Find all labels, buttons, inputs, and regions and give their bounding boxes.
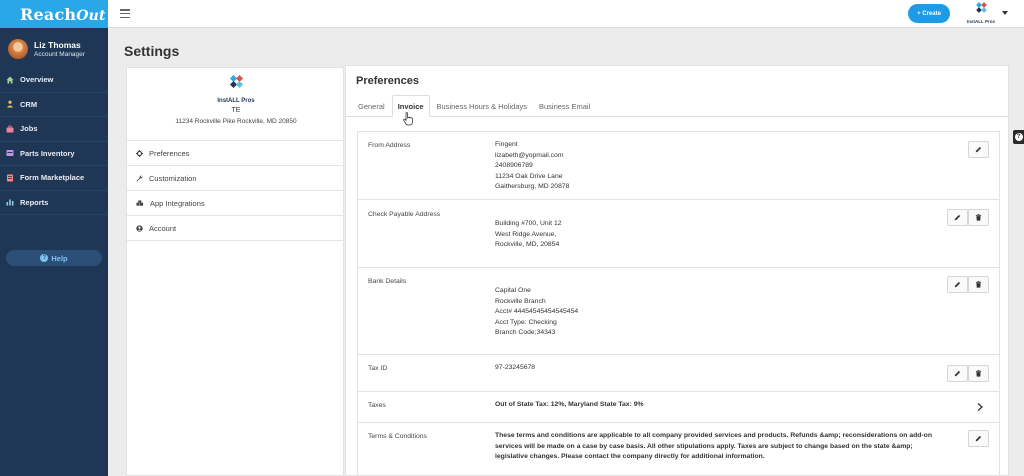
crm-icon [7,100,13,108]
tab-business-hours[interactable]: Business Hours & Holidays [432,95,532,117]
nav-item-label: Overview [20,75,54,85]
help-button[interactable]: ? Help [6,250,102,266]
hand-cursor-icon [403,112,413,126]
tax-id-label: Tax ID [368,365,388,372]
bar-chart-icon [6,199,14,206]
edit-from-address-button[interactable] [968,141,989,158]
nav-item-overview[interactable]: Overview [0,68,108,93]
terms-label: Terms & Conditions [368,433,427,440]
svg-text:InstALL Pros: InstALL Pros [217,98,255,104]
page-title: Settings [124,43,180,59]
pencil-icon [975,146,982,153]
form-icon [7,174,13,182]
briefcase-icon [6,125,14,133]
preferences-panel: Preferences General Invoice Business Hou… [345,65,1009,476]
check-payable-label: Check Payable Address [368,211,441,218]
pencil-icon [954,370,961,377]
chevron-down-icon[interactable] [1002,11,1008,15]
user-circle-icon [136,224,143,232]
tab-general[interactable]: General [353,95,390,117]
settings-menu: Preferences Customization App Integratio… [127,140,345,241]
nav-item-label: Reports [20,197,49,207]
nav-item-crm[interactable]: CRM [0,93,108,117]
delete-check-payable-button[interactable] [968,209,989,226]
gear-icon [136,149,143,157]
question-icon: ? [1014,133,1023,141]
trash-icon [975,214,982,221]
nav-item-label: Parts Inventory [20,148,75,158]
taxes-row[interactable]: Taxes Out of State Tax: 12%, Maryland St… [358,392,999,423]
bank-details-row: Bank Details Capital One Rockville Branc… [358,268,999,355]
taxes-value: Out of State Tax: 12%, Maryland State Ta… [495,401,644,408]
preferences-title: Preferences [356,75,419,87]
nav-item-form-marketplace[interactable]: Form Marketplace [0,166,108,191]
settings-menu-customization[interactable]: Customization [127,166,345,191]
user-profile[interactable]: Liz Thomas Account Manager [0,28,108,68]
settings-menu-label: Customization [149,173,197,183]
bank-details-value: Capital One Rockville Branch Acct# 44454… [495,287,579,336]
trash-icon [975,281,982,288]
bank-details-label: Bank Details [368,278,407,285]
settings-menu-preferences[interactable]: Preferences [127,141,345,166]
wrench-icon [136,174,143,181]
edit-check-payable-button[interactable] [947,209,968,226]
side-help-tab[interactable]: ? [1013,130,1024,144]
from-address-value: Fingent lizabeth@yopmail.com 2408906789 … [495,141,570,190]
edit-terms-button[interactable] [968,430,989,447]
trash-icon [975,370,982,377]
terms-row: Terms & Conditions These terms and condi… [358,423,999,475]
taxes-label: Taxes [368,402,386,409]
user-role: Account Manager [34,51,85,58]
nav-item-label: Form Marketplace [20,173,85,183]
settings-menu-account[interactable]: Account [127,216,345,241]
settings-menu-label: Preferences [149,148,190,158]
nav-item-label: Jobs [20,124,38,134]
brand-bar[interactable]: ReachOut [0,0,108,28]
nav-item-reports[interactable]: Reports [0,191,108,215]
avatar[interactable] [8,39,28,59]
tax-id-value: 97-23245678 [495,364,536,371]
invoice-settings-list: From Address Fingent lizabeth@yopmail.co… [357,131,1000,476]
topbar: + Create InstALL Pros [108,0,1024,28]
pencil-icon [975,435,982,442]
nav-item-jobs[interactable]: Jobs [0,117,108,142]
home-icon [6,76,14,84]
question-icon: ? [40,254,49,262]
tax-id-row: Tax ID 97-23245678 [358,355,999,392]
menu-toggle-icon[interactable] [120,9,130,18]
nav-item-parts-inventory[interactable]: Parts Inventory [0,142,108,166]
tab-business-email[interactable]: Business Email [534,95,595,117]
edit-tax-id-button[interactable] [947,365,968,382]
company-name: TE [231,107,241,114]
terms-value: These terms and conditions are applicabl… [495,432,932,460]
check-payable-value: Building #700, Unit 12 West Ridge Avenue… [495,220,562,248]
delete-tax-id-button[interactable] [968,365,989,382]
sidebar: ReachOut Liz Thomas Account Manager Over… [0,0,108,476]
settings-menu-label: Account [149,223,177,233]
edit-bank-details-button[interactable] [947,276,968,293]
delete-bank-details-button[interactable] [968,276,989,293]
settings-menu-label: App Integrations [150,198,205,208]
settings-menu-app-integrations[interactable]: App Integrations [127,191,345,216]
chevron-right-icon[interactable] [977,403,983,411]
company-logo: InstALL Pros [205,75,267,105]
company-address: 11234 Rockville Pike Rockville, MD 20850 [175,118,297,125]
from-address-label: From Address [368,142,411,149]
nav-item-label: CRM [20,99,38,109]
main-nav: Overview CRM Jobs Parts Inventory Form M… [0,68,108,215]
settings-sidebar: InstALL Pros TE 11234 Rockville Pike Roc… [126,67,345,476]
create-button[interactable]: + Create [908,4,950,23]
app-logo[interactable]: ReachOut [20,5,106,24]
user-name: Liz Thomas [34,40,81,50]
svg-text:InstALL Pros: InstALL Pros [967,19,995,24]
preferences-tabs: General Invoice Business Hours & Holiday… [346,95,1008,117]
puzzle-icon [136,199,144,206]
company-logo-icon[interactable]: InstALL Pros [962,2,1000,26]
from-address-row: From Address Fingent lizabeth@yopmail.co… [358,132,999,200]
inventory-icon [6,150,14,157]
pencil-icon [954,214,961,221]
help-label: Help [51,253,68,263]
pencil-icon [954,281,961,288]
check-payable-row: Check Payable Address Building #700, Uni… [358,200,999,268]
